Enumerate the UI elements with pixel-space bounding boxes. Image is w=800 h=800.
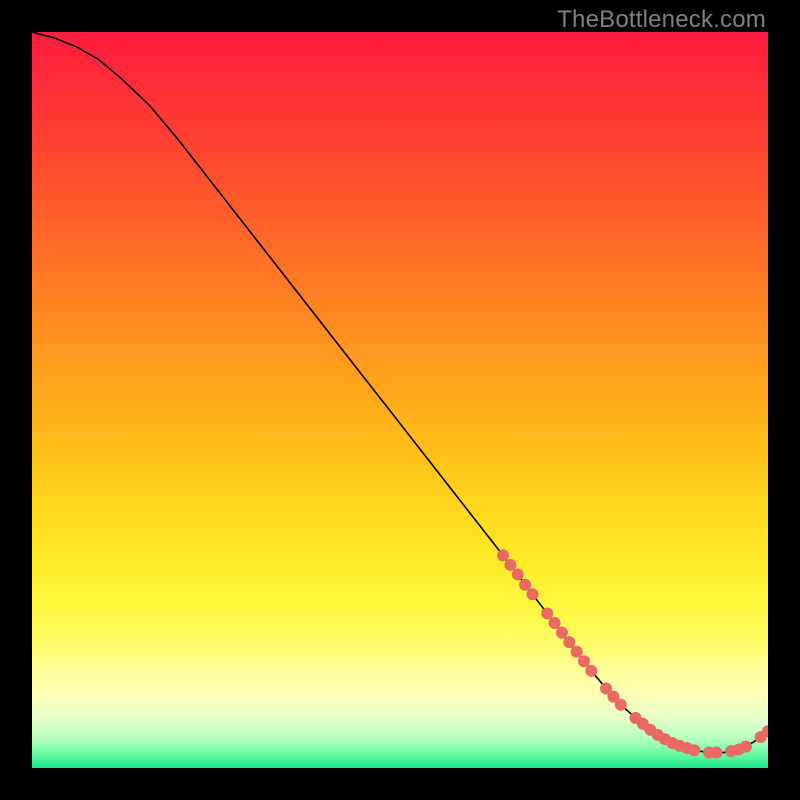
watermark-text: TheBottleneck.com xyxy=(557,6,766,34)
marker-dot xyxy=(563,636,575,648)
marker-dot xyxy=(541,607,553,619)
marker-dot xyxy=(556,627,568,639)
marker-dot xyxy=(497,549,509,561)
marker-dot xyxy=(519,579,531,591)
marker-dot xyxy=(585,665,597,677)
marker-dot xyxy=(710,747,722,759)
marker-dot xyxy=(526,588,538,600)
marker-dot xyxy=(578,655,590,667)
marker-dot xyxy=(571,646,583,658)
marker-dot xyxy=(740,741,752,753)
chart-stage: TheBottleneck.com xyxy=(0,0,800,800)
marker-dot xyxy=(512,568,524,580)
marker-dot xyxy=(615,699,627,711)
marker-dot xyxy=(549,617,561,629)
gradient-background xyxy=(32,32,768,768)
marker-dot xyxy=(504,559,516,571)
marker-dot xyxy=(688,744,700,756)
plot-area xyxy=(32,32,768,768)
chart-svg xyxy=(32,32,768,768)
